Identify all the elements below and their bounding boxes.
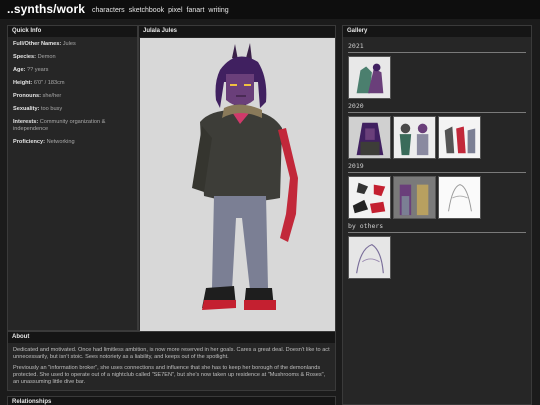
info-row-sexuality: Sexuality: too busy	[13, 106, 132, 113]
quick-info-heading: Quick Info	[8, 26, 137, 37]
thumbnail-image	[439, 117, 480, 158]
nav-link-characters[interactable]: characters	[92, 6, 125, 15]
info-row-age: Age: ?? years	[13, 67, 132, 74]
character-illustration[interactable]	[140, 38, 335, 331]
info-value: ?? years	[27, 67, 49, 73]
gallery-thumbnail[interactable]	[348, 56, 391, 99]
info-row-names: Full/Other Names: Jules	[13, 41, 132, 48]
thumbnail-image	[394, 177, 435, 218]
gallery-heading: Gallery	[343, 26, 531, 37]
site-title[interactable]: ..synths/work	[7, 3, 85, 16]
info-value: Jules	[62, 41, 76, 47]
top-nav-bar: ..synths/work characters sketchbook pixe…	[0, 0, 540, 19]
gallery-section-by-others: by others	[348, 222, 384, 230]
info-row-proficiency: Proficiency: Networking	[13, 139, 132, 146]
info-label: Proficiency:	[13, 139, 46, 145]
info-label: Height:	[13, 80, 33, 86]
info-row-species: Species: Demon	[13, 54, 132, 61]
thumbnail-image	[439, 177, 480, 218]
divider	[348, 52, 526, 53]
info-row-interests: Interests: Community organization & inde…	[13, 119, 132, 133]
main-nav: characters sketchbook pixel fanart writi…	[92, 6, 233, 15]
gallery-thumbnail[interactable]	[348, 116, 391, 159]
about-panel: About Dedicated and motivated. Once had …	[7, 331, 336, 391]
about-paragraph: Dedicated and motivated. Once had limitl…	[13, 347, 330, 360]
gallery-thumbnail[interactable]	[393, 176, 436, 219]
gallery-thumbnail[interactable]	[438, 116, 481, 159]
thumbnail-image	[349, 237, 390, 278]
relationships-panel: Relationships	[7, 396, 336, 405]
info-row-height: Height: 6'0" / 183cm	[13, 80, 132, 87]
info-label: Sexuality:	[13, 106, 40, 112]
character-name-heading: Julala Jules	[139, 26, 335, 37]
nav-link-writing[interactable]: writing	[208, 6, 228, 15]
gallery-thumbnail[interactable]	[348, 176, 391, 219]
info-value: Demon	[37, 54, 56, 60]
divider	[348, 172, 526, 173]
info-label: Interests:	[13, 119, 39, 125]
gallery-section-2020: 2020	[348, 102, 364, 110]
character-figure-svg	[192, 43, 298, 310]
info-label: Age:	[13, 67, 26, 73]
info-label: Species:	[13, 54, 37, 60]
info-row-pronouns: Pronouns: she/her	[13, 93, 132, 100]
thumbnail-image	[349, 117, 390, 158]
info-value: 6'0" / 183cm	[33, 80, 65, 86]
info-value: she/her	[42, 93, 62, 99]
about-heading: About	[8, 332, 335, 343]
gallery-thumbnail[interactable]	[438, 176, 481, 219]
character-art-panel: Julala Jules	[138, 25, 336, 331]
gallery-thumbnail[interactable]	[348, 236, 391, 279]
thumbnail-image	[349, 57, 390, 98]
info-label: Pronouns:	[13, 93, 41, 99]
divider	[348, 112, 526, 113]
relationships-heading: Relationships	[8, 397, 335, 405]
about-paragraph: Previously an "information broker", she …	[13, 365, 326, 385]
nav-link-sketchbook[interactable]: sketchbook	[129, 6, 164, 15]
info-value: too busy	[41, 106, 63, 112]
nav-link-fanart[interactable]: fanart	[187, 6, 205, 15]
gallery-section-2019: 2019	[348, 162, 364, 170]
info-label: Full/Other Names:	[13, 41, 62, 47]
gallery-thumbnail[interactable]	[393, 116, 436, 159]
gallery-panel: Gallery 2021 2020 2019 by others	[342, 25, 532, 405]
info-value: Networking	[46, 139, 75, 145]
divider	[348, 232, 526, 233]
quick-info-panel: Quick Info Full/Other Names: Jules Speci…	[7, 25, 138, 331]
thumbnail-image	[349, 177, 390, 218]
gallery-section-2021: 2021	[348, 42, 364, 50]
nav-link-pixel[interactable]: pixel	[168, 6, 182, 15]
thumbnail-image	[394, 117, 435, 158]
